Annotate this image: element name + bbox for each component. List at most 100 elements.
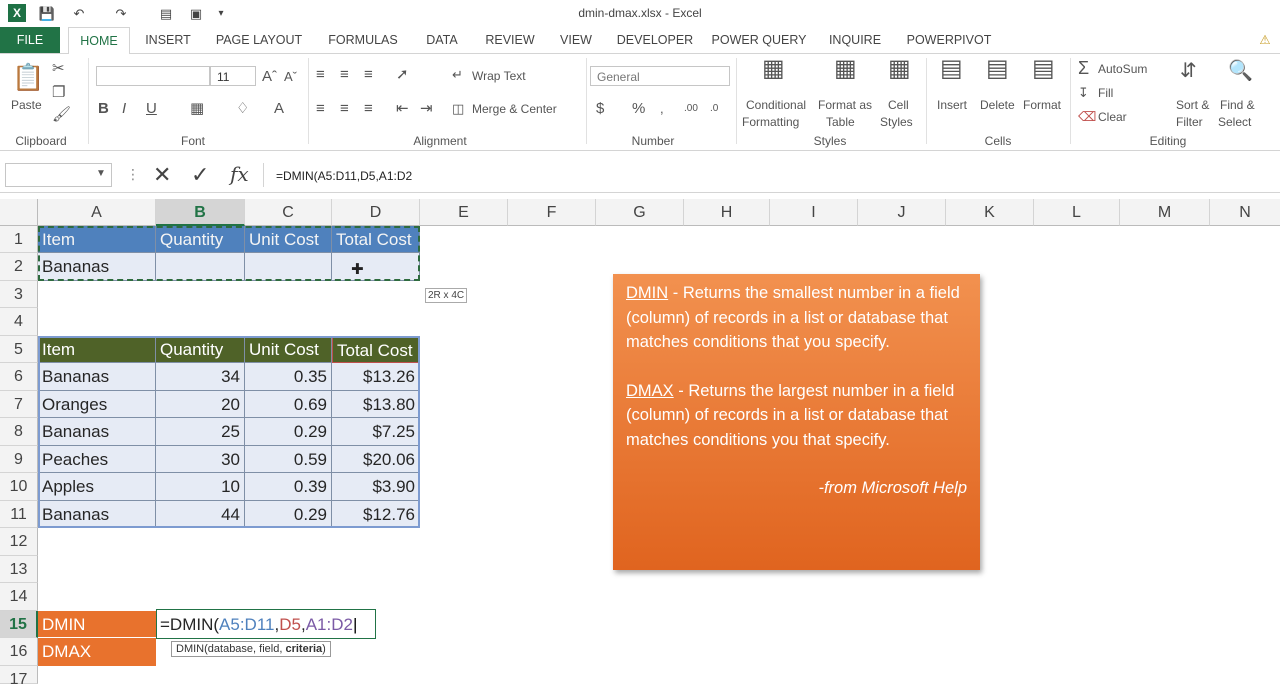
table-cell[interactable]: 0.59: [245, 446, 332, 473]
dmax-label[interactable]: DMAX: [38, 638, 156, 666]
align-center-icon[interactable]: ≡: [340, 100, 349, 118]
underline-icon[interactable]: U: [146, 100, 157, 118]
align-right-icon[interactable]: ≡: [364, 100, 373, 118]
row-header[interactable]: 7: [0, 391, 38, 418]
column-header[interactable]: K: [946, 199, 1034, 226]
orientation-icon[interactable]: ➚: [396, 66, 409, 84]
clear-button[interactable]: Clear: [1098, 110, 1127, 124]
grow-font-icon[interactable]: Aˆ: [262, 68, 277, 86]
data-header-total-cost[interactable]: Total Cost: [332, 336, 420, 363]
conditional-formatting-icon[interactable]: ▦: [762, 57, 785, 81]
format-button[interactable]: Format: [1023, 98, 1061, 112]
delete-cells-icon[interactable]: ▤: [986, 57, 1009, 81]
data-header-quantity[interactable]: Quantity: [156, 336, 245, 363]
row-header[interactable]: 5: [0, 336, 38, 363]
table-cell[interactable]: $3.90: [332, 473, 420, 501]
column-header[interactable]: C: [245, 199, 332, 226]
row-header[interactable]: 6: [0, 363, 38, 391]
row-header[interactable]: 14: [0, 583, 38, 611]
table-cell[interactable]: 10: [156, 473, 245, 501]
tab-power-query[interactable]: POWER QUERY: [708, 27, 810, 53]
tab-file[interactable]: FILE: [0, 27, 60, 53]
comma-style-icon[interactable]: ,: [660, 100, 664, 118]
format-as-table-button[interactable]: Format as: [818, 98, 872, 112]
font-size-combo[interactable]: 11: [210, 66, 256, 86]
table-cell[interactable]: $13.26: [332, 363, 420, 391]
autosum-button[interactable]: AutoSum: [1098, 62, 1147, 76]
fill-button[interactable]: Fill: [1098, 86, 1113, 100]
warning-icon[interactable]: ⚠: [1250, 27, 1280, 53]
enter-icon[interactable]: ✓: [191, 162, 209, 188]
cancel-icon[interactable]: ✕: [153, 162, 171, 188]
cut-icon[interactable]: ✂: [52, 60, 65, 78]
cell-styles-button[interactable]: Cell: [888, 98, 909, 112]
wrap-text-icon[interactable]: ↵: [452, 66, 463, 84]
column-header[interactable]: M: [1120, 199, 1210, 226]
column-header[interactable]: J: [858, 199, 946, 226]
format-as-table-icon[interactable]: ▦: [834, 57, 857, 81]
font-name-combo[interactable]: [96, 66, 210, 86]
table-cell[interactable]: 0.29: [245, 418, 332, 446]
tab-page-layout[interactable]: PAGE LAYOUT: [210, 27, 308, 53]
fill-icon[interactable]: ↧: [1078, 84, 1089, 102]
copy-icon[interactable]: ❐: [52, 84, 65, 102]
row-header[interactable]: 13: [0, 556, 38, 583]
table-cell[interactable]: Bananas: [38, 501, 156, 528]
format-painter-icon[interactable]: 🖌: [52, 106, 71, 124]
column-header[interactable]: I: [770, 199, 858, 226]
align-middle-icon[interactable]: ≡: [340, 66, 349, 84]
row-header[interactable]: 4: [0, 308, 38, 336]
table-cell[interactable]: Apples: [38, 473, 156, 501]
tab-insert[interactable]: INSERT: [138, 27, 198, 53]
table-cell[interactable]: $20.06: [332, 446, 420, 473]
clear-icon[interactable]: ⌫: [1078, 108, 1096, 126]
insert-cells-icon[interactable]: ▤: [940, 57, 963, 81]
data-header-item[interactable]: Item: [38, 336, 156, 363]
dmin-label[interactable]: DMIN: [38, 611, 156, 638]
cell-styles-label[interactable]: Styles: [880, 115, 913, 129]
merge-center-button[interactable]: Merge & Center: [472, 102, 557, 116]
column-header[interactable]: B: [156, 199, 245, 226]
align-top-icon[interactable]: ≡: [316, 66, 325, 84]
tab-inquire[interactable]: INQUIRE: [822, 27, 888, 53]
tab-powerpivot[interactable]: POWERPIVOT: [900, 27, 998, 53]
row-header[interactable]: 15: [0, 611, 38, 638]
table-cell[interactable]: 0.39: [245, 473, 332, 501]
insert-button[interactable]: Insert: [937, 98, 967, 112]
table-cell[interactable]: Bananas: [38, 418, 156, 446]
shrink-font-icon[interactable]: Aˇ: [284, 68, 297, 86]
row-header[interactable]: 12: [0, 528, 38, 556]
paste-icon[interactable]: 📋: [12, 60, 44, 94]
decrease-indent-icon[interactable]: ⇤: [396, 100, 409, 118]
column-header[interactable]: F: [508, 199, 596, 226]
find-select-button[interactable]: Find &: [1220, 98, 1255, 112]
row-header[interactable]: 9: [0, 446, 38, 473]
tab-review[interactable]: REVIEW: [480, 27, 540, 53]
tab-data[interactable]: DATA: [416, 27, 468, 53]
percent-icon[interactable]: %: [632, 100, 645, 118]
align-left-icon[interactable]: ≡: [316, 100, 325, 118]
table-cell[interactable]: 0.35: [245, 363, 332, 391]
sort-filter-icon[interactable]: ⇵: [1180, 61, 1197, 81]
increase-indent-icon[interactable]: ⇥: [420, 100, 433, 118]
format-cells-icon[interactable]: ▤: [1032, 57, 1055, 81]
row-header[interactable]: 1: [0, 226, 38, 253]
name-box-chevron-icon[interactable]: ▼: [96, 168, 106, 179]
row-header[interactable]: 17: [0, 666, 38, 688]
column-header[interactable]: D: [332, 199, 420, 226]
currency-icon[interactable]: $: [596, 100, 604, 118]
font-color-icon[interactable]: A: [274, 100, 284, 118]
row-header[interactable]: 10: [0, 473, 38, 501]
column-header[interactable]: L: [1034, 199, 1120, 226]
column-header[interactable]: G: [596, 199, 684, 226]
sort-filter-label[interactable]: Filter: [1176, 115, 1203, 129]
row-header[interactable]: 16: [0, 638, 38, 666]
table-cell[interactable]: Oranges: [38, 391, 156, 418]
italic-icon[interactable]: I: [122, 100, 126, 118]
column-header[interactable]: A: [38, 199, 156, 226]
table-cell[interactable]: Bananas: [38, 363, 156, 391]
table-cell[interactable]: 44: [156, 501, 245, 528]
insert-function-icon[interactable]: fx: [230, 162, 249, 186]
format-as-table-label[interactable]: Table: [826, 115, 855, 129]
delete-button[interactable]: Delete: [980, 98, 1015, 112]
